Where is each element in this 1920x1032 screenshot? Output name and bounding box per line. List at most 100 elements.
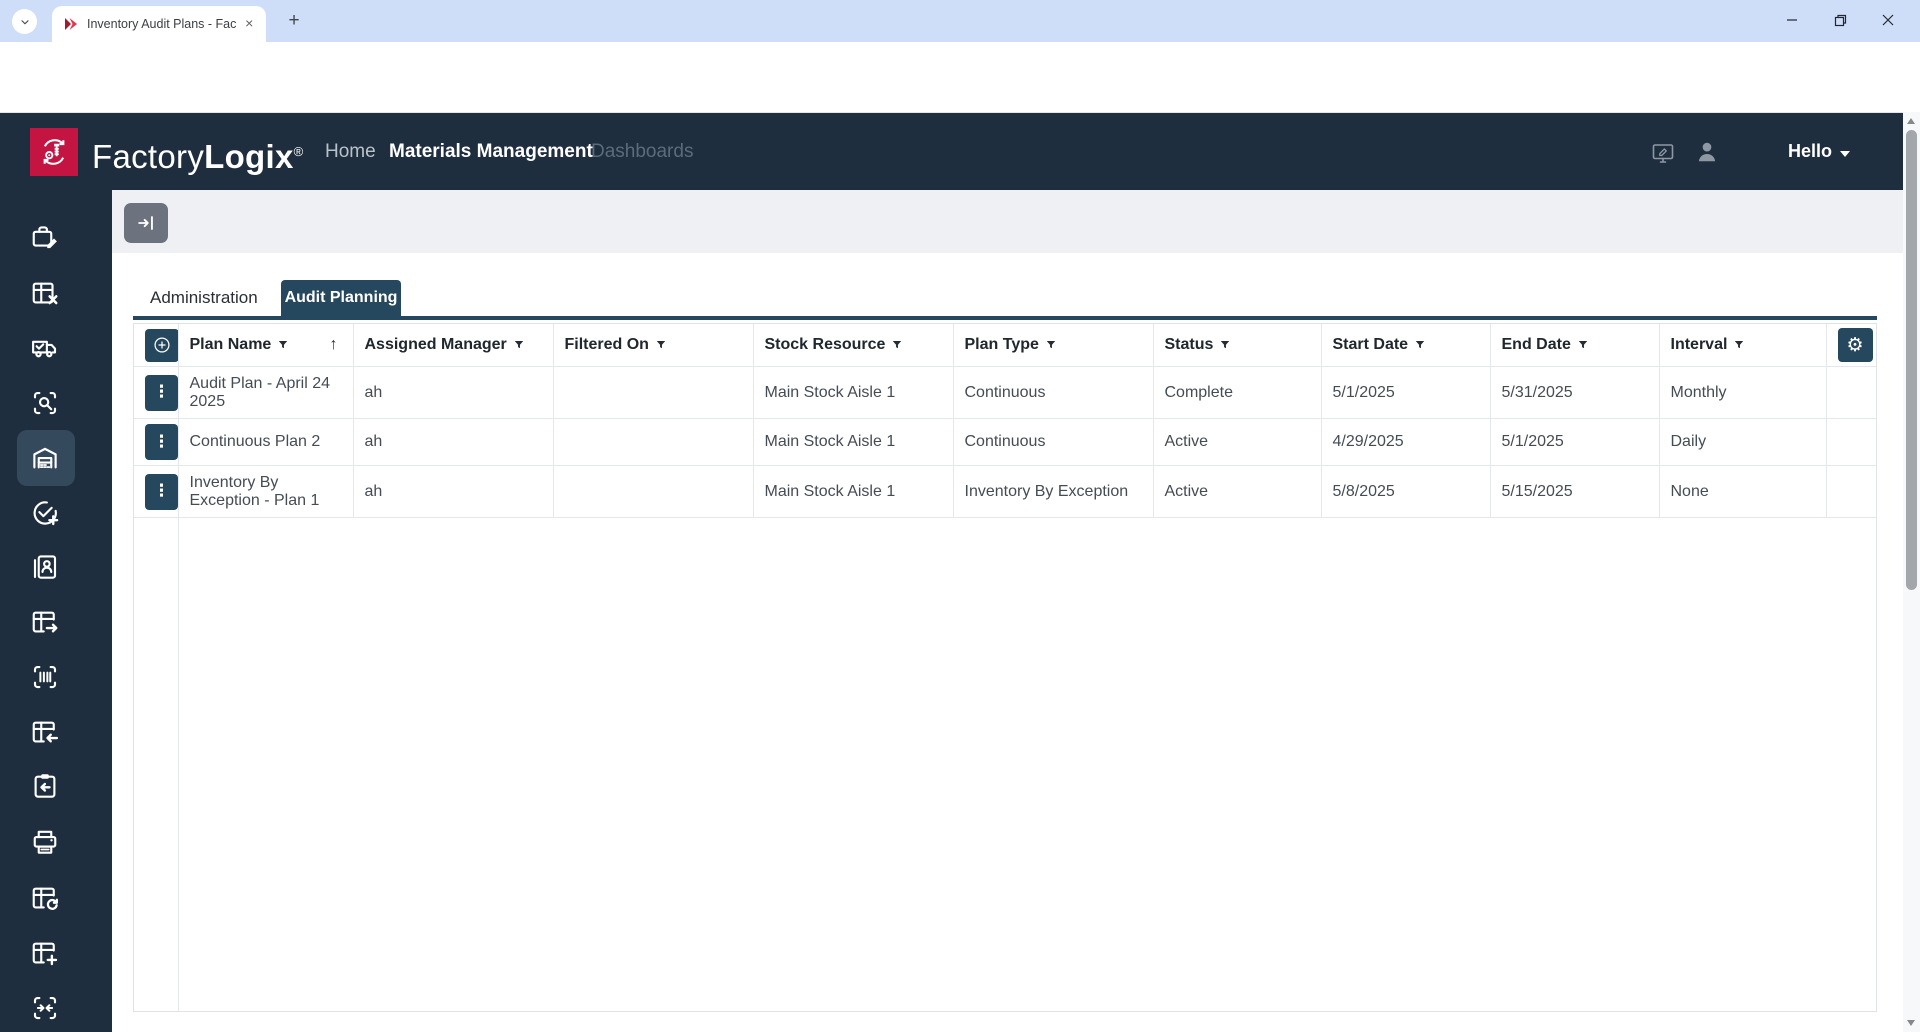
row-menu-button[interactable]: ⋮ (145, 474, 178, 510)
col-filtered-on[interactable]: Filtered On (553, 324, 753, 367)
user-menu[interactable]: Hello (1788, 113, 1850, 190)
page-scrollbar[interactable] (1903, 112, 1920, 1032)
remote-support-button[interactable] (1650, 141, 1676, 165)
col-assigned-manager[interactable]: Assigned Manager (353, 324, 553, 367)
column-settings-button[interactable]: ⚙ (1838, 328, 1873, 362)
arrow-to-bar-icon (135, 212, 157, 234)
window-restore-button[interactable] (1817, 0, 1863, 40)
kebab-icon: ⋮ (153, 384, 170, 401)
table-export-icon (30, 607, 60, 637)
sidebar-item-table-export[interactable] (30, 607, 60, 637)
sidebar-item-table-add[interactable] (30, 938, 60, 968)
filter-icon[interactable] (655, 339, 667, 351)
cell-interval: None (1659, 466, 1826, 518)
cell-end-date: 5/1/2025 (1490, 419, 1659, 466)
table-row[interactable]: ⋮ Inventory By Exception - Plan 1 ah Mai… (134, 466, 1876, 518)
gear-icon: ⚙ (1846, 336, 1863, 355)
nav-home[interactable]: Home (325, 113, 376, 190)
tab-close-button[interactable]: × (240, 15, 258, 33)
printer-icon (30, 827, 60, 857)
sidebar-item-warehouse[interactable] (30, 443, 60, 473)
brand-logix: Logix (204, 138, 294, 175)
col-status[interactable]: Status (1153, 324, 1321, 367)
add-plan-button[interactable] (145, 329, 179, 362)
cell-status: Complete (1153, 367, 1321, 419)
col-label: Plan Type (965, 336, 1039, 354)
filter-icon[interactable] (1414, 339, 1426, 351)
cell-start-date: 4/29/2025 (1321, 419, 1490, 466)
col-label: Interval (1671, 336, 1728, 354)
filter-icon[interactable] (1577, 339, 1589, 351)
window-close-button[interactable] (1865, 0, 1911, 40)
cell-start-date: 5/1/2025 (1321, 367, 1490, 419)
chevron-down-icon (19, 16, 31, 28)
window-minimize-button[interactable] (1769, 0, 1815, 40)
col-start-date[interactable]: Start Date (1321, 324, 1490, 367)
col-label: Plan Name (190, 336, 272, 354)
col-plan-name[interactable]: Plan Name ↑ (178, 324, 353, 367)
sidebar-item-contact-card[interactable] (30, 552, 60, 582)
filter-icon[interactable] (1733, 339, 1745, 351)
restore-icon (1834, 14, 1847, 27)
scrollbar-thumb[interactable] (1906, 130, 1917, 590)
tab-audit-planning[interactable]: Audit Planning (281, 280, 401, 316)
tab-search-button[interactable] (12, 9, 37, 34)
col-label: Start Date (1333, 336, 1409, 354)
brand-factory: Factory (92, 138, 204, 175)
sidebar-item-barcode-scan[interactable] (30, 662, 60, 692)
col-stock-resource[interactable]: Stock Resource (753, 324, 953, 367)
collapse-panel-button[interactable] (124, 203, 168, 243)
cell-plan-name: Audit Plan - April 24 2025 (178, 367, 353, 419)
sidebar-item-briefcase-edit[interactable] (30, 223, 60, 253)
filter-icon[interactable] (1045, 339, 1057, 351)
sidebar (0, 190, 112, 1032)
filter-icon[interactable] (277, 339, 289, 351)
table-row[interactable]: ⋮ Continuous Plan 2 ah Main Stock Aisle … (134, 419, 1876, 466)
factorylogix-logo-icon (35, 133, 73, 171)
sidebar-item-table-refresh[interactable] (30, 883, 60, 913)
col-label: Stock Resource (765, 336, 886, 354)
sidebar-item-table-remove[interactable] (30, 278, 60, 308)
browser-tab[interactable]: Inventory Audit Plans - FactoryL × (52, 6, 266, 42)
nav-dashboards[interactable]: Dashboards (591, 113, 693, 190)
table-row[interactable]: ⋮ Audit Plan - April 24 2025 ah Main Sto… (134, 367, 1876, 419)
cell-filtered-on (553, 367, 753, 419)
sidebar-item-consolidate[interactable] (30, 993, 60, 1023)
sidebar-item-task-add[interactable] (30, 498, 60, 528)
sidebar-item-scan-search[interactable] (30, 388, 60, 418)
monitor-edit-icon (1650, 141, 1676, 165)
scroll-down-arrow-icon[interactable] (1907, 1020, 1915, 1026)
table-add-icon (30, 938, 60, 968)
factorylogix-favicon-icon (63, 16, 79, 32)
cell-status: Active (1153, 419, 1321, 466)
col-end-date[interactable]: End Date (1490, 324, 1659, 367)
cell-stock-resource: Main Stock Aisle 1 (753, 367, 953, 419)
cell-status: Active (1153, 466, 1321, 518)
col-plan-type[interactable]: Plan Type (953, 324, 1153, 367)
cell-filtered-on (553, 466, 753, 518)
barcode-scan-icon (30, 662, 60, 692)
filter-icon[interactable] (513, 339, 525, 351)
sidebar-item-table-import[interactable] (30, 717, 60, 747)
nav-materials-management[interactable]: Materials Management (389, 113, 593, 190)
sort-asc-icon[interactable]: ↑ (330, 336, 338, 354)
sidebar-item-clipboard-return[interactable] (30, 771, 60, 801)
cell-end-date: 5/31/2025 (1490, 367, 1659, 419)
minimize-icon (1786, 14, 1798, 26)
filter-icon[interactable] (891, 339, 903, 351)
col-label: Filtered On (565, 336, 649, 354)
sidebar-item-printer[interactable] (30, 827, 60, 857)
sidebar-item-truck-check[interactable] (30, 333, 60, 363)
cell-actions: ⋮ (134, 419, 178, 466)
new-tab-button[interactable]: + (282, 9, 306, 33)
factorylogix-logo[interactable] (30, 128, 78, 176)
col-interval[interactable]: Interval (1659, 324, 1826, 367)
row-menu-button[interactable]: ⋮ (145, 375, 178, 411)
row-menu-button[interactable]: ⋮ (145, 424, 178, 460)
app-header: FactoryLogix® Home Materials Management … (0, 113, 1920, 190)
scroll-up-arrow-icon[interactable] (1907, 118, 1915, 124)
user-profile-button[interactable] (1694, 139, 1720, 165)
filter-icon[interactable] (1219, 339, 1231, 351)
tab-administration[interactable]: Administration (136, 280, 272, 316)
kebab-icon: ⋮ (153, 483, 170, 500)
